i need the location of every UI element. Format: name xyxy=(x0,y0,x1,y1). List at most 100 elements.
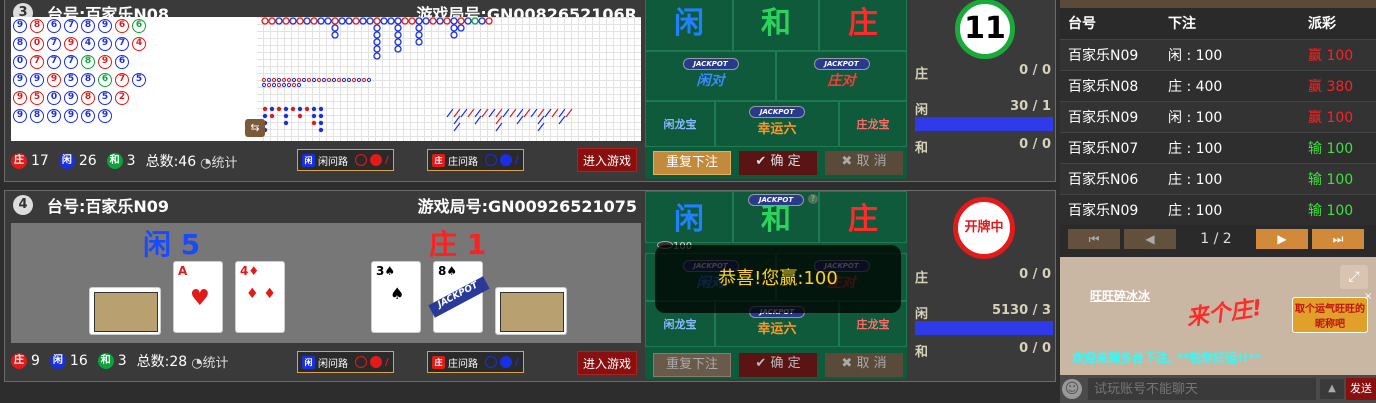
enter-game-button[interactable]: 进入游戏 xyxy=(577,351,637,375)
cancel-button[interactable]: ✖ 取 消 xyxy=(825,151,903,175)
bet-banker[interactable]: 庄 xyxy=(819,0,907,51)
bet-banker[interactable]: 庄 xyxy=(819,191,907,243)
bead-marker: 0 xyxy=(47,91,61,105)
bet-area: 闲 JACKPOT ? 和 庄 100 JACKPOT 闲对 JACKPOT 庄… xyxy=(645,191,907,379)
scroll-up-icon[interactable]: ▲ xyxy=(1320,379,1344,399)
ask-banker-button[interactable]: 庄 庄问路 / xyxy=(427,149,524,171)
bead-marker: 0 xyxy=(13,55,27,69)
col-payout: 派彩 xyxy=(1308,16,1336,33)
table-panel-n08: 3 台号:百家乐N08 游戏局号:GN0082652106R 9 8 6 7 8… xyxy=(4,0,1056,182)
bet-banker-pair[interactable]: JACKPOT 庄对 xyxy=(776,51,907,101)
total-count: 总数:28 xyxy=(136,354,188,370)
col-bet: 下注 xyxy=(1168,16,1196,33)
total-count: 总数:46 xyxy=(145,154,197,170)
banker-result: 庄 1 xyxy=(429,228,487,261)
blue-dot-icon xyxy=(500,154,512,166)
history-table-cell: 百家乐N07 xyxy=(1068,140,1139,157)
prev-page-icon[interactable]: ◀ xyxy=(1124,229,1176,249)
table-status: 11 庄 0 / 0 闲 30 / 1 和 0 / 0 xyxy=(911,0,1057,179)
player-label: 闲 xyxy=(915,103,929,118)
check-icon: ✔ xyxy=(755,154,767,169)
bet-player[interactable]: 闲 xyxy=(645,0,733,51)
ask-player-button[interactable]: 闲 闲问路 / xyxy=(297,149,394,171)
bead-marker: 9 xyxy=(13,19,27,33)
game-id: 游戏局号:GN00926521075 xyxy=(417,197,637,216)
player-badge: 闲 xyxy=(49,353,66,369)
ask-banker-button[interactable]: 庄 庄问路 / xyxy=(427,351,524,373)
cancel-button[interactable]: ✖ 取 消 xyxy=(825,353,903,377)
repeat-bet-button[interactable]: 重复下注 xyxy=(653,353,731,377)
first-page-icon[interactable]: ⏮ xyxy=(1068,229,1120,249)
send-button[interactable]: 发送 xyxy=(1346,378,1376,400)
emoji-icon[interactable]: ☺ xyxy=(1062,379,1082,399)
card-queen-hearts xyxy=(89,287,161,335)
x-icon: ✖ xyxy=(841,356,853,371)
nickname-button[interactable]: 取个运气旺旺的昵称吧 xyxy=(1292,297,1368,333)
bet-banker-dragon[interactable]: 庄龙宝 xyxy=(839,101,907,147)
card-ace-hearts: A ♥ xyxy=(173,261,223,333)
stats-button[interactable]: ◔统计 xyxy=(200,152,237,171)
blue-ring-icon xyxy=(485,356,497,368)
red-ring-icon xyxy=(355,154,367,166)
roadmap-toggle-icon[interactable]: ⇆ xyxy=(245,119,265,137)
bead-marker: 9 xyxy=(98,109,112,123)
welcome-message: 欢迎来到多台下注, **祝你好运!!** xyxy=(1072,351,1261,365)
red-dot-icon xyxy=(370,356,382,368)
repeat-bet-button[interactable]: 重复下注 xyxy=(653,151,731,175)
banker-bet-count: 0 / 0 xyxy=(1019,63,1051,78)
player-bet-bar xyxy=(915,321,1053,335)
stats-bar: 庄 9 闲 16 和 3 总数:28 ◔统计 xyxy=(11,351,229,371)
bead-marker: 7 xyxy=(47,55,61,69)
history-payout-cell: 赢 100 xyxy=(1308,47,1354,64)
panel-top-bar xyxy=(1060,0,1376,8)
table-header: 4 台号:百家乐N09 游戏局号:GN00926521075 xyxy=(5,191,641,219)
tie-count: 3 xyxy=(126,153,136,169)
banker-count: 9 xyxy=(31,353,40,369)
close-icon[interactable]: × xyxy=(1364,291,1376,303)
bead-marker: 0 xyxy=(30,37,44,51)
blue-ring-icon xyxy=(485,154,497,166)
help-icon[interactable]: ? xyxy=(808,194,818,204)
bead-marker: 7 xyxy=(115,37,129,51)
table-panel-n09: 4 台号:百家乐N09 游戏局号:GN00926521075 闲 5 庄 1 A… xyxy=(4,190,1056,382)
bet-tie[interactable]: 和 xyxy=(733,0,819,51)
bet-lucky6[interactable]: JACKPOT 幸运六 xyxy=(715,101,839,147)
bead-marker: 7 xyxy=(115,73,129,87)
bead-marker: 7 xyxy=(64,55,78,69)
table-status: 开牌中 庄 0 / 0 闲 5130 / 3 和 0 / 0 xyxy=(911,191,1057,379)
player-bet-count: 30 / 1 xyxy=(1010,99,1051,114)
bead-marker: 6 xyxy=(115,19,129,33)
history-bet-cell: 庄 : 400 xyxy=(1168,78,1223,95)
bet-tie[interactable]: JACKPOT ? 和 xyxy=(733,191,819,243)
tie-badge: 和 xyxy=(106,153,123,169)
bet-player-dragon[interactable]: 闲龙宝 xyxy=(645,101,715,147)
ask-player-button[interactable]: 闲 闲问路 / xyxy=(297,351,394,373)
history-header: 台号 下注 派彩 xyxy=(1060,8,1376,39)
tie-label: 和 xyxy=(915,345,929,360)
chat-input[interactable] xyxy=(1088,378,1316,400)
bet-player-pair[interactable]: JACKPOT 闲对 xyxy=(645,51,776,101)
stats-button[interactable]: ◔统计 xyxy=(191,352,228,371)
confirm-button[interactable]: ✔ 确 定 xyxy=(739,353,817,377)
bead-marker: 6 xyxy=(115,55,129,69)
roadmap: 9 8 6 7 8 9 6 6 8 0 7 9 4 9 7 4 0 7 7 7 … xyxy=(11,17,641,141)
bead-marker: 9 xyxy=(47,73,61,87)
confirm-button[interactable]: ✔ 确 定 xyxy=(739,151,817,175)
card-three-spades: 3♠ ♠ xyxy=(371,261,421,333)
bead-marker: 6 xyxy=(98,73,112,87)
red-dot-icon xyxy=(370,154,382,166)
enter-game-button[interactable]: 进入游戏 xyxy=(577,148,637,172)
pie-chart-icon: ◔ xyxy=(191,355,203,371)
x-icon: ✖ xyxy=(841,154,853,169)
tie-bet-count: 0 / 0 xyxy=(1019,137,1051,152)
history-pagination: ⏮ ◀ 1 / 2 ▶ ⏭ xyxy=(1068,229,1368,251)
next-page-icon[interactable]: ▶ xyxy=(1256,229,1308,249)
history-row: 百家乐N09 闲 : 100 赢 100 xyxy=(1060,39,1376,70)
bet-player[interactable]: 闲 xyxy=(645,191,733,243)
history-row: 百家乐N06 庄 : 100 输 100 xyxy=(1060,163,1376,194)
last-page-icon[interactable]: ⏭ xyxy=(1312,229,1364,249)
bead-marker: 9 xyxy=(13,91,27,105)
countdown-timer: 11 xyxy=(955,0,1015,59)
expand-icon[interactable]: ⤢ xyxy=(1340,265,1368,289)
bead-marker: 5 xyxy=(132,73,146,87)
